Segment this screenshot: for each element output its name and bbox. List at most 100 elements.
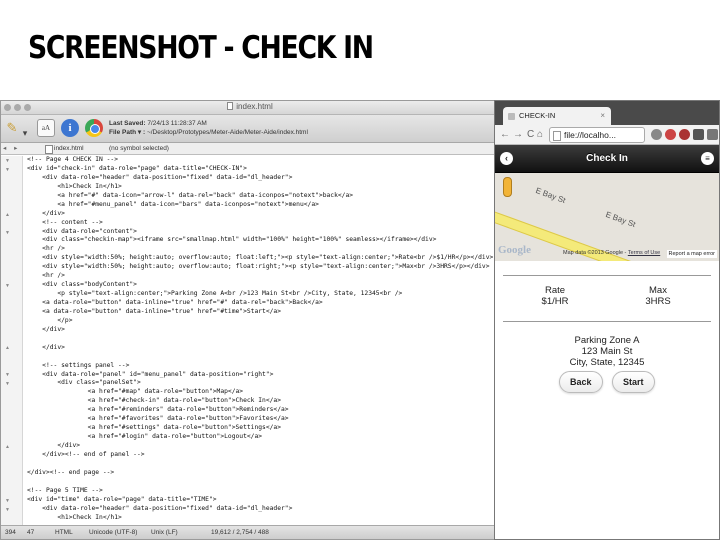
code-line[interactable]: </div> [27,344,499,353]
code-line[interactable]: <hr /> [27,245,499,254]
code-line[interactable]: <!-- settings panel --> [27,362,499,371]
fold-end-icon[interactable]: ▲ [5,443,10,451]
pegman-icon[interactable] [503,177,512,197]
encoding-popup[interactable]: Unicode (UTF-8) [89,526,137,539]
info-icon[interactable]: i [61,119,79,137]
code-line[interactable]: <a data-role="button" data-inline="true"… [27,299,499,308]
back-arrow-icon[interactable]: ← [500,128,510,141]
code-line[interactable]: <div data-role="header" data-position="f… [27,505,499,514]
fold-triangle-icon[interactable]: ▼ [5,157,10,165]
code-line[interactable]: </div> [27,210,499,219]
file-popup[interactable]: index.html [45,143,84,155]
line-gutter[interactable]: ▼ ▼ ▲ ▼ ▼ ▲ ▼ ▼ ▲ ▼ ▼ [1,156,23,525]
google-logo: Google [498,244,531,256]
terms-link[interactable]: Terms of Use [628,250,660,256]
code-line[interactable]: <p style="text-align:center;">Parking Zo… [27,290,499,299]
history-nav-buttons[interactable]: ◂ ▸ [3,143,20,155]
divider [503,321,711,322]
code-line[interactable]: </div><!-- end of panel --> [27,451,499,460]
code-text-area[interactable]: <!-- Page 4 CHECK IN --> <div id="check-i… [27,156,499,522]
map-view[interactable]: E Bay St E Bay St Google Map data ©2013 … [495,173,719,261]
fold-triangle-icon[interactable]: ▼ [5,282,10,290]
document-counts: 19,612 / 2,754 / 488 [211,529,269,536]
code-line[interactable]: <a href="#settings" data-role="button">S… [27,424,499,433]
settings-menu-icon[interactable] [707,129,718,140]
code-line[interactable]: <div id="time" data-role="page" data-tit… [27,496,499,505]
text-options-icon[interactable]: aA [37,119,55,137]
code-line[interactable]: <div data-role="content"> [27,228,499,237]
page-title: Check In [586,153,628,164]
code-line[interactable]: <a href="#login" data-role="button">Logo… [27,433,499,442]
max-info: Max 3HRS [608,285,708,307]
code-line[interactable]: <div class="bodyContent"> [27,281,499,290]
file-path-label[interactable]: File Path ▾ : [109,129,145,136]
code-line[interactable] [27,353,499,362]
code-line[interactable]: <div style="width:50%; height:auto; over… [27,263,499,272]
favicon-icon [508,113,515,120]
extension-icon[interactable] [665,129,676,140]
code-line[interactable]: </div><!-- end page --> [27,469,499,478]
code-line[interactable]: </p> [27,317,499,326]
report-map-error-link[interactable]: Report a map error [666,250,717,258]
code-line[interactable] [27,460,499,469]
pencil-icon[interactable]: ✎ [3,119,21,137]
fold-triangle-icon[interactable]: ▼ [5,506,10,514]
code-line[interactable]: <div id="check-in" data-role="page" data… [27,165,499,174]
fold-end-icon[interactable]: ▲ [5,344,10,352]
extension-icon[interactable] [679,129,690,140]
fold-triangle-icon[interactable]: ▼ [5,166,10,174]
extension-icon[interactable] [693,129,704,140]
back-button[interactable]: Back [559,371,603,393]
fold-triangle-icon[interactable]: ▼ [5,380,10,388]
chevron-down-icon[interactable]: ▾ [21,124,29,142]
extension-icon[interactable] [651,129,662,140]
start-button[interactable]: Start [612,371,655,393]
code-line[interactable]: <div data-role="panel" id="menu_panel" d… [27,371,499,380]
fold-triangle-icon[interactable]: ▼ [5,371,10,379]
code-line[interactable]: <div class="checkin-map"><iframe src="sm… [27,236,499,245]
code-line[interactable]: <!-- content --> [27,219,499,228]
rate-info: Rate $1/HR [505,285,605,307]
reload-icon[interactable]: C [527,128,534,141]
fold-end-icon[interactable]: ▲ [5,211,10,219]
editor-status-bar: 394 47 HTML Unicode (UTF-8) Unix (LF) 19… [1,525,499,539]
chrome-preview-icon[interactable] [85,119,103,137]
code-line[interactable]: <a href="#favorites" data-role="button">… [27,415,499,424]
forward-arrow-icon[interactable]: → [513,128,523,141]
code-line[interactable]: <!-- Page 5 TIME --> [27,487,499,496]
editor-titlebar: index.html [1,101,499,115]
code-line[interactable]: <!-- Page 4 CHECK IN --> [27,156,499,165]
code-line[interactable]: <a href="#reminders" data-role="button">… [27,406,499,415]
home-icon[interactable]: ⌂ [537,128,543,141]
editor-body[interactable]: ▼ ▼ ▲ ▼ ▼ ▲ ▼ ▼ ▲ ▼ ▼ <!-- Page 4 CHECK … [1,156,499,525]
code-line[interactable]: <hr /> [27,272,499,281]
code-line[interactable]: <div style="width:50%; height:auto; over… [27,254,499,263]
symbol-popup[interactable]: (no symbol selected) [109,143,169,155]
max-value: 3HRS [645,296,671,307]
language-popup[interactable]: HTML [55,526,73,539]
fold-triangle-icon[interactable]: ▼ [5,497,10,505]
line-endings-popup[interactable]: Unix (LF) [151,526,178,539]
code-line[interactable]: <a href="#" data-icon="arrow-l" data-rel… [27,192,499,201]
tab-close-icon[interactable]: × [600,107,605,125]
code-line[interactable]: <a data-role="button" data-inline="true"… [27,308,499,317]
browser-tab[interactable]: CHECK-IN × [503,107,611,125]
last-saved-value: 7/24/13 11:28:37 AM [147,120,207,127]
code-line[interactable]: </div> [27,326,499,335]
code-line[interactable]: </div> [27,442,499,451]
code-line[interactable]: <div data-role="header" data-position="f… [27,174,499,183]
code-line[interactable]: <a href="#check-in" data-role="button">C… [27,397,499,406]
code-line[interactable]: <a href="#menu_panel" data-icon="bars" d… [27,201,499,210]
code-line[interactable]: <div class="panelSet"> [27,379,499,388]
slide-title: SCREENSHOT - CHECK IN [28,30,374,66]
code-line[interactable]: <h1>Check In</h1> [27,514,499,523]
menu-icon[interactable]: ≡ [701,152,714,165]
code-line[interactable]: <a href="#map" data-role="button">Map</a… [27,388,499,397]
fold-triangle-icon[interactable]: ▼ [5,229,10,237]
code-line[interactable]: <h1>Check In</h1> [27,183,499,192]
code-line[interactable] [27,335,499,344]
rate-value: $1/HR [541,296,569,307]
code-line[interactable] [27,478,499,487]
address-bar[interactable]: file://localho... [549,127,645,143]
last-saved-label: Last Saved: [109,120,146,127]
